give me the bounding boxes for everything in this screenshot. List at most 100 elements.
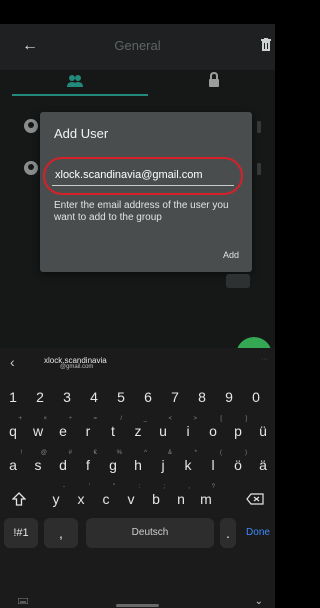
- key-char: g: [109, 457, 117, 473]
- key-char: ü: [259, 423, 267, 439]
- key-9[interactable]: 9: [216, 380, 242, 414]
- shift-icon: [11, 492, 27, 506]
- key-k[interactable]: k *: [175, 448, 201, 482]
- key-m[interactable]: m?: [193, 482, 219, 516]
- key-8[interactable]: 8: [189, 380, 215, 414]
- key-char: ö: [234, 457, 242, 473]
- key-2[interactable]: 2: [27, 380, 53, 414]
- key-char: ä: [259, 457, 267, 473]
- navigation-bar: ⌄: [0, 596, 275, 608]
- done-key[interactable]: Done: [241, 518, 275, 548]
- key-alt-char: #: [68, 450, 72, 456]
- more-icon[interactable]: ···: [261, 356, 268, 366]
- key-alt-char: ×: [43, 416, 47, 422]
- key-d[interactable]: d #: [50, 448, 76, 482]
- suggestion-bar: ‹ xlock.scandinavia @gmail.com ···: [0, 348, 275, 380]
- key-y[interactable]: y-: [43, 482, 69, 516]
- dialog-title: Add User: [54, 126, 109, 141]
- key-x[interactable]: x ': [68, 482, 94, 516]
- key-v[interactable]: v:: [118, 482, 144, 516]
- key-e[interactable]: e ÷: [50, 414, 76, 448]
- key-alt-char: ': [88, 484, 90, 490]
- key-c[interactable]: c ": [93, 482, 119, 516]
- top-bar: ← General: [0, 24, 275, 70]
- period-key[interactable]: .: [220, 518, 236, 548]
- key-char: q: [9, 423, 17, 439]
- key-a[interactable]: a!: [0, 448, 26, 482]
- key-row-bottom: !#1 , Deutsch . Done: [0, 518, 275, 552]
- key-char: p: [234, 423, 242, 439]
- key-alt-char: &: [167, 450, 172, 456]
- key-alt-char: @: [40, 450, 47, 456]
- key-char: l: [211, 457, 215, 473]
- status-bar: [0, 0, 275, 24]
- symbols-key[interactable]: !#1: [4, 518, 38, 548]
- key-char: h: [134, 457, 142, 473]
- key-1[interactable]: 1: [0, 380, 26, 414]
- key-alt-char: =: [93, 416, 97, 422]
- page-title: General: [114, 38, 161, 53]
- trash-icon[interactable]: [261, 38, 271, 52]
- key-row-1: q + w × e ÷ r = t / z _ u < i > o[ p] ü: [0, 414, 275, 448]
- key-q[interactable]: q +: [0, 414, 26, 448]
- key-i[interactable]: i >: [175, 414, 201, 448]
- key-5[interactable]: 5: [108, 380, 134, 414]
- home-indicator[interactable]: [116, 604, 159, 607]
- app-screen: ← General Add User xlock.scandinavia@gma…: [0, 24, 275, 373]
- key-n[interactable]: n,: [168, 482, 194, 516]
- chevron-left-icon[interactable]: ‹: [10, 354, 15, 370]
- key-a-umlaut[interactable]: ä: [250, 448, 276, 482]
- add-button[interactable]: Add: [223, 250, 239, 260]
- shift-key[interactable]: [4, 482, 34, 516]
- key-char: u: [159, 423, 167, 439]
- key-z[interactable]: z _: [125, 414, 151, 448]
- key-f[interactable]: f €: [75, 448, 101, 482]
- key-row-numbers: 1 2 3 4 5 6 7 8 9 0: [0, 380, 275, 414]
- key-char: x: [77, 491, 85, 507]
- key-g[interactable]: g%: [100, 448, 126, 482]
- chevron-down-icon[interactable]: ⌄: [255, 596, 263, 607]
- key-char: e: [59, 423, 67, 439]
- key-char: d: [59, 457, 67, 473]
- key-u[interactable]: u <: [150, 414, 176, 448]
- key-alt-char: ): [245, 450, 247, 456]
- key-s[interactable]: s @: [25, 448, 51, 482]
- key-r[interactable]: r =: [75, 414, 101, 448]
- key-char: r: [85, 423, 91, 439]
- key-6[interactable]: 6: [135, 380, 161, 414]
- key-3[interactable]: 3: [54, 380, 80, 414]
- key-char: b: [152, 491, 160, 507]
- backspace-icon: [246, 493, 264, 505]
- key-alt-char: [: [220, 416, 222, 422]
- key-p[interactable]: p]: [225, 414, 251, 448]
- key-alt-char: €: [93, 450, 97, 456]
- key-alt-char: ]: [245, 416, 247, 422]
- key-char: c: [102, 491, 110, 507]
- key-u-umlaut[interactable]: ü: [250, 414, 276, 448]
- key-alt-char: (: [220, 450, 222, 456]
- key-row-3: y- x ' c " v: b; n, m?: [0, 482, 275, 516]
- key-char: w: [32, 423, 44, 439]
- space-key[interactable]: Deutsch: [86, 518, 214, 548]
- key-l[interactable]: l(: [200, 448, 226, 482]
- keyboard-icon[interactable]: [18, 598, 28, 604]
- key-o[interactable]: o[: [200, 414, 226, 448]
- key-h[interactable]: h ^: [125, 448, 151, 482]
- comma-key[interactable]: ,: [44, 518, 78, 548]
- suggestion-subtext: @gmail.com: [60, 364, 94, 370]
- key-4[interactable]: 4: [81, 380, 107, 414]
- key-j[interactable]: j &: [150, 448, 176, 482]
- key-w[interactable]: w ×: [25, 414, 51, 448]
- key-char: j: [161, 457, 165, 473]
- key-t[interactable]: t /: [100, 414, 126, 448]
- key-o-umlaut[interactable]: ö): [225, 448, 251, 482]
- key-0[interactable]: 0: [243, 380, 269, 414]
- key-b[interactable]: b;: [143, 482, 169, 516]
- add-user-dialog: Add User Enter the email address of the …: [40, 112, 252, 272]
- key-char: z: [134, 423, 142, 439]
- key-7[interactable]: 7: [162, 380, 188, 414]
- key-alt-char: ;: [163, 484, 165, 490]
- email-field[interactable]: [52, 164, 234, 186]
- keyboard: ‹ xlock.scandinavia @gmail.com ··· 1 2 3…: [0, 348, 275, 608]
- backspace-key[interactable]: [238, 482, 272, 516]
